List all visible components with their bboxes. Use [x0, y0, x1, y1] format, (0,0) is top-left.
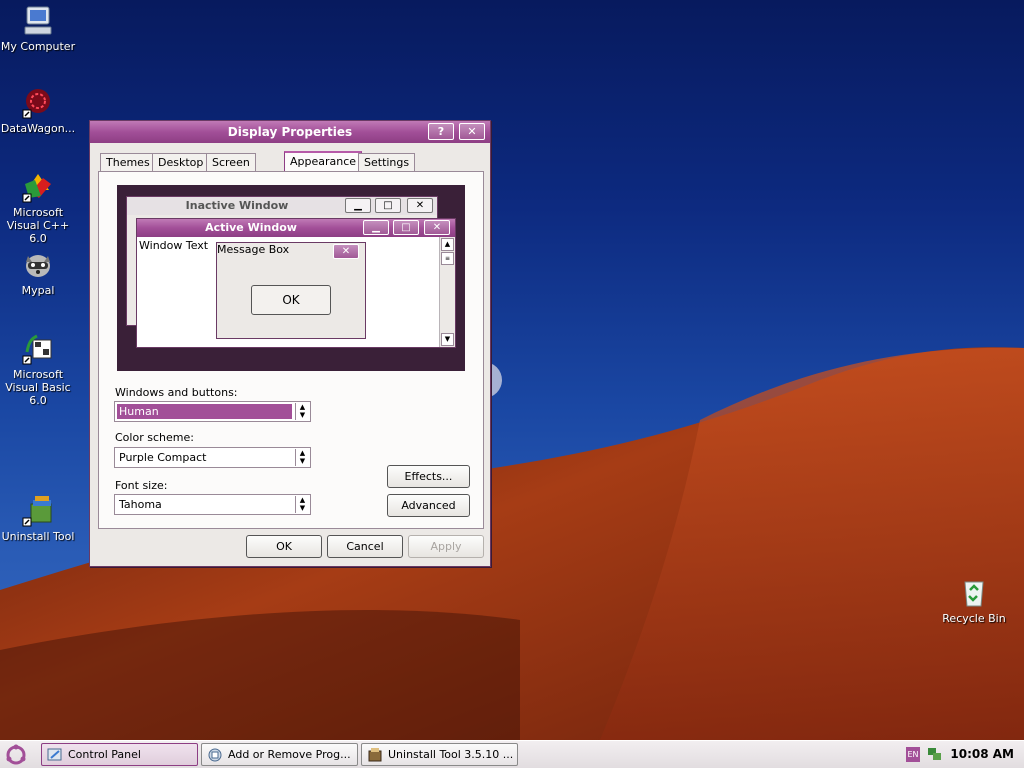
visual-cpp-icon — [22, 174, 51, 203]
scroll-down-icon: ▼ — [441, 333, 454, 346]
control-panel-icon — [47, 748, 62, 761]
language-indicator[interactable]: EN — [906, 747, 920, 762]
desktop-icon-label: Microsoft Visual Basic 6.0 — [5, 368, 71, 407]
preview-message-close-icon: ✕ — [333, 244, 359, 259]
system-tray: EN 10:08 AM — [900, 741, 1024, 768]
uninstall-tool-icon — [368, 748, 382, 762]
preview-ok-button: OK — [251, 285, 331, 315]
taskbar-item-label: Control Panel — [68, 748, 141, 761]
preview-close-icon: ✕ — [424, 220, 450, 235]
preview-maximize-icon: □ — [375, 198, 401, 213]
desktop-icon-label: DataWagon... — [0, 122, 76, 135]
scroll-up-icon: ▲ — [441, 238, 454, 251]
computer-icon — [24, 6, 52, 35]
dialog-title: Display Properties — [227, 125, 353, 139]
desktop-icon-uninstall-tool[interactable]: Uninstall Tool — [0, 494, 79, 543]
taskbar-item-label: Add or Remove Prog... — [228, 748, 351, 761]
tab-screen-saver[interactable]: Screen Saver — [206, 153, 256, 186]
tab-themes[interactable]: Themes — [100, 153, 156, 171]
font-size-value: Tahoma — [119, 498, 162, 511]
spin-arrows-icon: ▲ ▼ — [295, 449, 309, 466]
uninstall-tool-icon — [22, 496, 52, 527]
datawagon-icon — [22, 89, 50, 119]
cancel-button[interactable]: Cancel — [327, 535, 403, 558]
apply-button[interactable]: Apply — [408, 535, 484, 558]
preview-maximize-icon: □ — [393, 220, 419, 235]
desktop-icon-my-computer[interactable]: My Computer — [0, 4, 79, 53]
help-button[interactable]: ? — [428, 123, 454, 140]
desktop-icon-label: Uninstall Tool — [1, 530, 75, 543]
network-icon[interactable] — [926, 746, 942, 762]
spin-arrows-icon: ▲ ▼ — [295, 496, 309, 513]
appearance-panel: Inactive Window ▁ □ ✕ Active Window ▁ □ … — [98, 171, 484, 529]
close-button[interactable]: ✕ — [459, 123, 485, 140]
taskbar-add-remove-programs[interactable]: Add or Remove Prog... — [201, 743, 358, 766]
preview-message-title-text: Message Box — [217, 243, 290, 256]
recycle-bin-icon — [964, 581, 984, 607]
add-remove-programs-icon — [208, 748, 222, 762]
color-scheme-select[interactable]: Purple Compact ▲ ▼ — [114, 447, 311, 468]
desktop-icon-label: My Computer — [0, 40, 76, 53]
preview-message-title: Message Box ✕ — [217, 243, 365, 262]
color-scheme-value: Purple Compact — [119, 451, 207, 464]
taskbar-uninstall-tool[interactable]: Uninstall Tool 3.5.10 ... — [361, 743, 518, 766]
windows-buttons-select[interactable]: Human ▲ ▼ — [114, 401, 311, 422]
start-button[interactable] — [4, 744, 28, 766]
advanced-button[interactable]: Advanced — [387, 494, 470, 517]
taskbar: Control Panel Add or Remove Prog... Unin… — [0, 740, 1024, 768]
font-size-label: Font size: — [115, 479, 168, 492]
desktop-icon-visual-basic[interactable]: Microsoft Visual Basic 6.0 — [0, 332, 79, 407]
ok-button[interactable]: OK — [246, 535, 322, 558]
desktop-icon-label: Microsoft Visual C++ 6.0 — [6, 206, 70, 245]
color-scheme-label: Color scheme: — [115, 431, 194, 444]
clock[interactable]: 10:08 AM — [950, 747, 1014, 761]
effects-button[interactable]: Effects... — [387, 465, 470, 488]
preview-inactive-title: Inactive Window ▁ □ ✕ — [127, 197, 437, 215]
font-size-select[interactable]: Tahoma ▲ ▼ — [114, 494, 311, 515]
preview-close-icon: ✕ — [407, 198, 433, 213]
desktop-icon-label: Recycle Bin — [942, 612, 1006, 625]
display-properties-dialog: Display Properties ? ✕ Themes Desktop Sc… — [89, 120, 491, 567]
preview-active-title-text: Active Window — [205, 221, 297, 234]
preview-window-text: Window Text — [139, 239, 209, 252]
preview-minimize-icon: ▁ — [363, 220, 389, 235]
desktop-icon-label: Mypal — [21, 284, 55, 297]
preview-inactive-title-text: Inactive Window — [185, 199, 289, 212]
scroll-thumb: ≡ — [441, 252, 454, 265]
desktop-icon-visual-cpp[interactable]: Microsoft Visual C++ 6.0 — [0, 170, 79, 245]
windows-buttons-label: Windows and buttons: — [115, 386, 238, 399]
tab-desktop[interactable]: Desktop — [152, 153, 210, 171]
appearance-preview: Inactive Window ▁ □ ✕ Active Window ▁ □ … — [117, 185, 465, 371]
raccoon-icon — [26, 255, 50, 277]
preview-active-title: Active Window ▁ □ ✕ — [137, 219, 455, 237]
preview-message-box: Message Box ✕ OK — [216, 242, 366, 339]
spin-arrows-icon: ▲ ▼ — [295, 403, 309, 420]
tab-appearance[interactable]: Appearance — [284, 151, 363, 172]
preview-minimize-icon: ▁ — [345, 198, 371, 213]
taskbar-item-label: Uninstall Tool 3.5.10 ... — [388, 748, 514, 761]
desktop-icon-datawagon[interactable]: DataWagon... — [0, 86, 79, 135]
dialog-titlebar[interactable]: Display Properties ? ✕ — [90, 121, 490, 143]
desktop-icon-mypal[interactable]: Mypal — [0, 248, 79, 297]
windows-buttons-value: Human — [117, 404, 292, 419]
tab-settings[interactable]: Settings — [358, 153, 416, 171]
visual-basic-icon — [22, 334, 52, 365]
taskbar-control-panel[interactable]: Control Panel — [41, 743, 198, 766]
preview-scrollbar: ▲ ≡ ▼ — [439, 237, 455, 347]
desktop-icon-recycle-bin[interactable]: Recycle Bin — [933, 576, 1015, 625]
